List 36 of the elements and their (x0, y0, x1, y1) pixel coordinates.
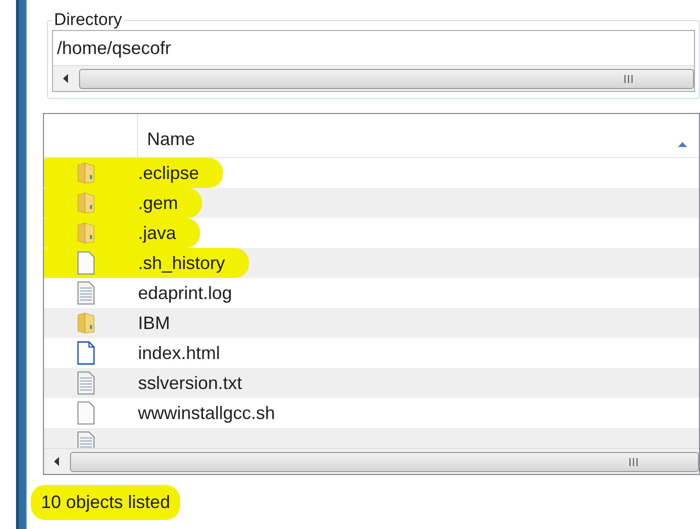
text-file-icon (77, 281, 95, 305)
status-text: 10 objects listed (31, 485, 180, 520)
file-icon (77, 401, 95, 425)
file-name: .eclipse (137, 162, 200, 185)
grip-icon (629, 458, 638, 466)
directory-field[interactable]: /home/qsecofr (52, 30, 695, 92)
horizontal-scrollbar[interactable] (44, 448, 699, 474)
folder-icon (76, 222, 96, 244)
grip-icon (624, 74, 633, 82)
file-name: .gem (137, 192, 178, 215)
file-name: .java (137, 222, 176, 245)
folder-icon (76, 162, 96, 184)
document-icon (77, 341, 95, 365)
file-row[interactable]: .gem (44, 188, 699, 218)
file-name: index.html (137, 342, 220, 364)
file-icon (77, 251, 95, 275)
group-label: Directory (53, 10, 124, 30)
file-name: wwwinstallgcc.sh (137, 402, 276, 425)
file-name: sslversion.txt (137, 372, 242, 394)
file-row[interactable]: .sh_history (44, 248, 699, 278)
text-file-icon (77, 371, 95, 395)
file-name: edaprint.log (137, 282, 232, 305)
horizontal-scrollbar[interactable] (53, 65, 694, 91)
scroll-thumb[interactable] (70, 452, 699, 472)
column-title[interactable]: Name (138, 126, 678, 157)
text-file-icon (77, 431, 95, 448)
file-row[interactable]: IBM (44, 308, 699, 338)
directory-input[interactable]: /home/qsecofr (53, 31, 694, 65)
sort-arrow-icon (678, 142, 687, 147)
folder-icon (76, 312, 96, 334)
file-row[interactable]: sslversion.txt (44, 368, 699, 398)
scroll-thumb[interactable] (79, 68, 694, 88)
folder-icon (76, 192, 96, 214)
file-name: IBM (137, 312, 170, 334)
file-name: .sh_history (137, 252, 226, 275)
column-header[interactable]: Name (44, 114, 699, 158)
